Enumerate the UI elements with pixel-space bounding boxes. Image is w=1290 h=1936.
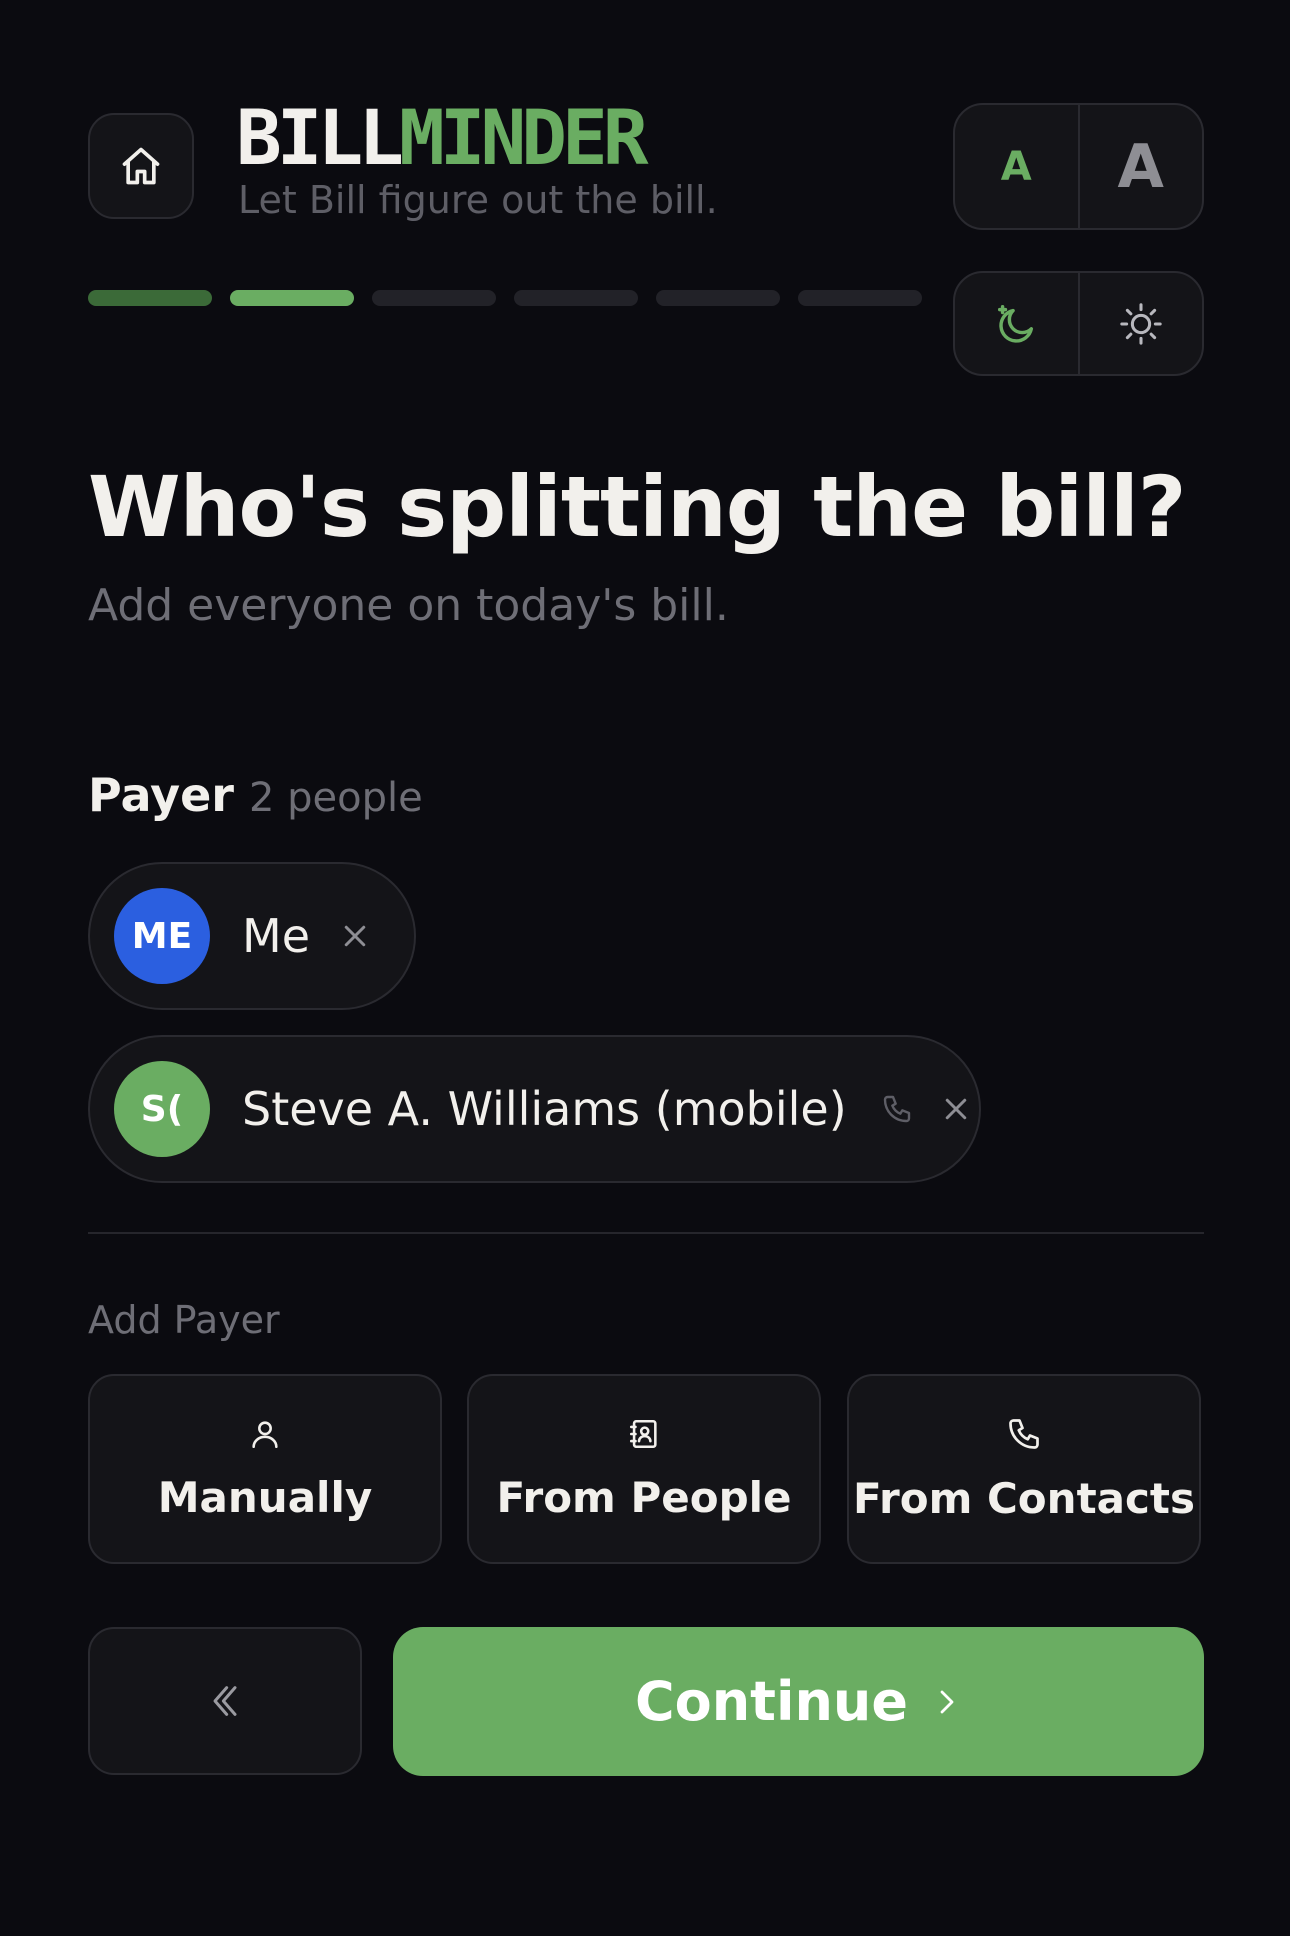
logo-minder-text: MINDER (399, 93, 649, 182)
avatar: ME (114, 888, 210, 984)
logo-bill-text: BILL (236, 93, 404, 182)
avatar: S( (114, 1061, 210, 1157)
font-large-button[interactable]: A (1077, 105, 1203, 228)
page-title: Who's splitting the bill? (88, 458, 1187, 556)
payer-chip: ME Me (88, 862, 416, 1010)
remove-payer-button[interactable] (340, 921, 370, 951)
continue-label: Continue (634, 1670, 908, 1733)
add-from-contacts-button[interactable]: From Contacts (847, 1374, 1201, 1564)
theme-toggle (953, 271, 1204, 376)
close-icon (945, 1098, 966, 1120)
add-payer-label: Add Payer (88, 1298, 280, 1342)
payer-chip: S( Steve A. Williams (mobile) (88, 1035, 981, 1183)
home-icon (122, 147, 160, 185)
font-size-toggle: A A (953, 103, 1204, 230)
contact-book-icon (629, 1419, 657, 1448)
progress-step (372, 290, 496, 306)
dark-theme-button[interactable] (955, 273, 1078, 374)
progress-steps (88, 290, 922, 306)
tagline: Let Bill figure out the bill. (238, 178, 718, 222)
double-chevron-left-icon (213, 1686, 237, 1716)
progress-step (230, 290, 354, 306)
light-theme-button[interactable] (1077, 273, 1203, 374)
sun-icon (1120, 302, 1162, 345)
payer-section-label: Payer (88, 768, 234, 822)
chevron-right-icon (940, 1690, 954, 1713)
progress-step (88, 290, 212, 306)
back-button[interactable] (88, 1627, 362, 1775)
home-button[interactable] (88, 113, 194, 219)
moon-stars-icon (998, 304, 1034, 343)
phone-indicator (881, 1093, 913, 1125)
app-logo: BILLMINDER (236, 100, 649, 176)
add-manually-button[interactable]: Manually (88, 1374, 442, 1564)
phone-icon (1009, 1418, 1039, 1449)
close-icon (344, 925, 366, 947)
font-small-button[interactable]: A (955, 105, 1078, 228)
phone-icon (883, 1095, 910, 1123)
continue-button[interactable]: Continue (393, 1627, 1204, 1776)
progress-step (514, 290, 638, 306)
divider (88, 1232, 1204, 1234)
progress-step (798, 290, 922, 306)
add-from-people-button[interactable]: From People (467, 1374, 821, 1564)
option-label: From People (496, 1472, 792, 1522)
person-icon (252, 1420, 278, 1448)
page-subtitle: Add everyone on today's bill. (88, 580, 729, 631)
option-label: From Contacts (853, 1473, 1195, 1523)
option-label: Manually (157, 1472, 373, 1522)
font-small-label: A (1000, 143, 1032, 190)
progress-step (656, 290, 780, 306)
payer-count: 2 people (249, 775, 423, 821)
remove-payer-button[interactable] (941, 1094, 971, 1124)
font-large-label: A (1117, 131, 1164, 202)
payer-name: Me (242, 909, 310, 963)
payer-name: Steve A. Williams (mobile) (242, 1082, 847, 1136)
